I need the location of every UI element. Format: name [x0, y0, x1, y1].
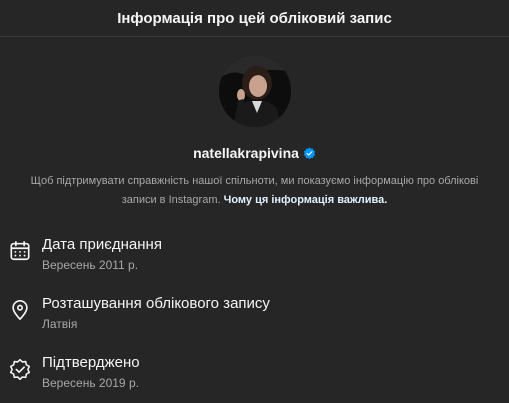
- avatar-image: [218, 55, 291, 127]
- account-info-list: Дата приєднання Вересень 2011 р. Розташу…: [0, 230, 509, 403]
- username[interactable]: natellakrapivina: [193, 145, 299, 161]
- info-title: Підтверджено: [42, 354, 140, 371]
- dialog-title: Інформація про цей обліковий запис: [117, 9, 392, 27]
- info-item-join-date: Дата приєднання Вересень 2011 р.: [0, 230, 509, 289]
- location-pin-icon: [12, 300, 28, 320]
- info-value: Вересень 2011 р.: [42, 258, 139, 272]
- account-info-dialog: Інформація про цей обліковий запис natel…: [0, 0, 509, 403]
- why-important-link[interactable]: Чому ця інформація важлива.: [224, 194, 388, 206]
- info-item-location: Розташування облікового запису Латвія: [0, 289, 509, 348]
- info-value: Латвія: [42, 317, 78, 331]
- info-title: Розташування облікового запису: [42, 295, 270, 312]
- info-title: Дата приєднання: [42, 236, 162, 253]
- avatar[interactable]: [218, 55, 291, 127]
- account-info-description: Щоб підтримувати справжність нашої спіль…: [25, 172, 485, 210]
- info-item-verified: Підтверджено Вересень 2019 р.: [0, 348, 509, 403]
- dialog-header: Інформація про цей обліковий запис: [0, 0, 509, 37]
- verified-badge-icon: [303, 146, 316, 159]
- verified-badge-icon: [9, 358, 31, 380]
- calendar-icon: [10, 241, 30, 261]
- profile-section: natellakrapivina Щоб підтримувати справж…: [0, 37, 509, 210]
- username-row: natellakrapivina: [193, 145, 316, 161]
- info-value: Вересень 2019 р.: [42, 376, 139, 390]
